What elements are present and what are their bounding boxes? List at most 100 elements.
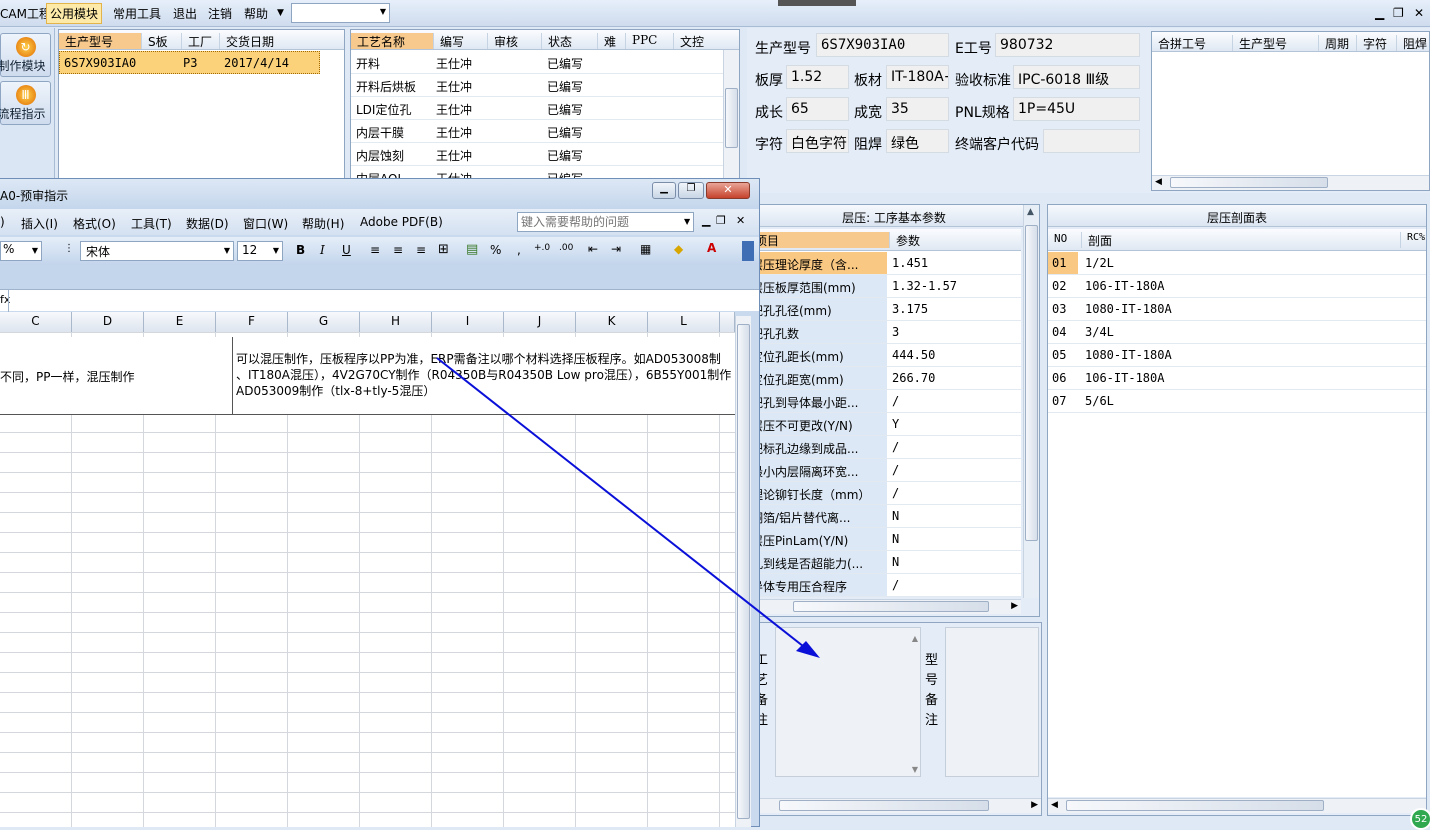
col-status[interactable]: 状态 bbox=[541, 33, 572, 49]
col-factory[interactable]: 工厂 bbox=[181, 33, 212, 49]
table-row[interactable]: 孔到线是否超能力(... N bbox=[749, 551, 1021, 574]
table-row[interactable]: 最小内层隔离环宽... / bbox=[749, 459, 1021, 482]
menu-window[interactable]: 窗口(W) bbox=[243, 215, 288, 232]
module-combo[interactable]: ▼ bbox=[291, 3, 390, 23]
chevron-down-icon[interactable]: ▼ bbox=[684, 217, 690, 226]
col-header-e[interactable]: E bbox=[144, 312, 216, 332]
table-row[interactable]: 05 1080-IT-180A bbox=[1048, 344, 1426, 367]
table-row[interactable]: 内层干膜 王仕冲 已编写 bbox=[351, 120, 739, 143]
fill-color-icon[interactable]: ◆ bbox=[674, 242, 683, 256]
restore-icon[interactable]: ❐ bbox=[716, 214, 726, 227]
italic-icon[interactable]: I bbox=[320, 243, 325, 257]
col-header-l[interactable]: L bbox=[648, 312, 720, 332]
scroll-thumb[interactable] bbox=[1066, 800, 1324, 811]
menu-public-module[interactable]: 公用模块 bbox=[46, 3, 103, 24]
menu-adobe-pdf[interactable]: Adobe PDF(B) bbox=[360, 215, 443, 229]
scroll-thumb[interactable] bbox=[1170, 177, 1328, 188]
lamination-hscroll[interactable]: ▶ bbox=[749, 599, 1021, 614]
scroll-up-icon[interactable]: ▲ bbox=[1027, 207, 1034, 217]
table-row[interactable]: 靶孔孔数 3 bbox=[749, 321, 1021, 344]
table-row[interactable]: 理论铆钉长度（mm） / bbox=[749, 482, 1021, 505]
col-review[interactable]: 审核 bbox=[487, 33, 518, 49]
table-row[interactable]: 靶孔孔径(mm) 3.175 bbox=[749, 298, 1021, 321]
menu-help[interactable]: 帮助 bbox=[244, 5, 268, 22]
standard-field[interactable]: IPC-6018 Ⅲ级 bbox=[1013, 65, 1140, 89]
menu-logout[interactable]: 注销 bbox=[208, 5, 232, 22]
align-right-icon[interactable]: ≡ bbox=[416, 243, 426, 257]
menu-help[interactable]: 帮助(H) bbox=[302, 215, 344, 232]
menu-format[interactable]: 格式(O) bbox=[73, 215, 116, 232]
decrease-decimal-icon[interactable]: .00 bbox=[559, 243, 573, 253]
close-button[interactable]: ✕ bbox=[706, 182, 750, 199]
product-model-field[interactable]: 6S7X903IA0 bbox=[816, 33, 949, 57]
col-header-g[interactable]: G bbox=[288, 312, 360, 332]
table-row[interactable]: 开料后烘板 王仕冲 已编写 bbox=[351, 74, 739, 97]
scroll-right-icon[interactable]: ▶ bbox=[1031, 800, 1038, 810]
table-row[interactable]: 06 106-IT-180A bbox=[1048, 367, 1426, 390]
col-header-k[interactable]: K bbox=[576, 312, 648, 332]
font-color-icon[interactable]: A bbox=[707, 241, 716, 255]
table-row[interactable]: 开料 王仕冲 已编写 bbox=[351, 51, 739, 74]
menu-insert[interactable]: 插入(I) bbox=[21, 215, 58, 232]
col-header-j[interactable]: J bbox=[504, 312, 576, 332]
increase-indent-icon[interactable]: ⇥ bbox=[611, 242, 621, 256]
menu-common-tools[interactable]: 常用工具 bbox=[113, 5, 161, 22]
percent-icon[interactable]: % bbox=[490, 243, 501, 257]
font-size-combo[interactable]: 12 ▼ bbox=[237, 241, 283, 261]
menu-exit[interactable]: 退出 bbox=[173, 5, 197, 22]
chevron-down-icon[interactable]: ▼ bbox=[277, 8, 284, 18]
comma-icon[interactable]: , bbox=[517, 243, 521, 257]
col-difficulty[interactable]: 难 bbox=[597, 33, 616, 49]
underline-icon[interactable]: U bbox=[342, 243, 351, 257]
table-row[interactable]: 靶孔到导体最小距... / bbox=[749, 390, 1021, 413]
toolbar-options-icon[interactable] bbox=[742, 241, 754, 261]
menu-cam[interactable]: CAM工程 bbox=[0, 5, 51, 22]
merged-cell-left[interactable]: 不同，PP一样，混压制作 bbox=[0, 337, 233, 415]
close-icon[interactable]: ✕ bbox=[1414, 6, 1424, 20]
col-delivery[interactable]: 交货日期 bbox=[219, 33, 274, 49]
increase-decimal-icon[interactable]: +.0 bbox=[534, 243, 550, 253]
lamination-vscroll[interactable]: ▲ bbox=[1023, 205, 1039, 598]
material-field[interactable]: IT-180A+ bbox=[886, 65, 949, 89]
char-field[interactable]: 白色字符 bbox=[786, 129, 849, 153]
table-row[interactable]: 04 3/4L bbox=[1048, 321, 1426, 344]
e-no-field[interactable]: 980732 bbox=[995, 33, 1140, 57]
menu-data[interactable]: 数据(D) bbox=[186, 215, 229, 232]
table-row[interactable]: 定位孔距宽(mm) 266.70 bbox=[749, 367, 1021, 390]
scroll-thumb[interactable] bbox=[793, 601, 989, 612]
scroll-thumb[interactable] bbox=[779, 800, 989, 811]
pnl-field[interactable]: 1P=45U bbox=[1013, 97, 1140, 121]
font-combo[interactable]: 宋体 ▼ bbox=[80, 241, 234, 261]
scroll-left-icon[interactable]: ◀ bbox=[1155, 177, 1162, 187]
restore-icon[interactable]: ❐ bbox=[1393, 6, 1404, 20]
sidebar-item-flow[interactable]: Ⅲ 流程指示 bbox=[0, 81, 51, 125]
col-process[interactable]: 工艺名称 bbox=[351, 33, 433, 49]
table-row[interactable]: 铜箔/铝片替代离... N bbox=[749, 505, 1021, 528]
scroll-up-icon[interactable]: ▲ bbox=[912, 634, 918, 643]
help-search-input[interactable] bbox=[517, 212, 694, 232]
stackup-hscroll[interactable]: ◀ bbox=[1048, 798, 1426, 813]
remarks-hscroll[interactable]: ▶ bbox=[749, 798, 1041, 813]
bold-icon[interactable]: B bbox=[296, 243, 305, 257]
table-row[interactable]: 07 5/6L bbox=[1048, 390, 1426, 413]
col-writer[interactable]: 编写 bbox=[433, 33, 464, 49]
minimize-icon[interactable]: ▁ bbox=[1375, 6, 1384, 20]
restore-button[interactable]: ❐ bbox=[678, 182, 704, 199]
scroll-right-icon[interactable]: ▶ bbox=[1011, 601, 1018, 611]
model-remark-text[interactable] bbox=[945, 627, 1039, 777]
customer-field[interactable] bbox=[1043, 129, 1140, 153]
table-row[interactable]: 层压理论厚度（含... 1.451 bbox=[749, 252, 1021, 275]
menu-tools[interactable]: 工具(T) bbox=[131, 215, 172, 232]
col-header-i[interactable]: I bbox=[432, 312, 504, 332]
col-model[interactable]: 生产型号 bbox=[59, 33, 141, 49]
table-row[interactable]: 层压不可更改(Y/N) Y bbox=[749, 413, 1021, 436]
mask-field[interactable]: 绿色 bbox=[886, 129, 949, 153]
scroll-thumb[interactable] bbox=[725, 88, 738, 148]
minimize-icon[interactable]: ▁ bbox=[702, 214, 710, 227]
table-row[interactable]: 导体专用压合程序 / bbox=[749, 574, 1021, 597]
col-header-h[interactable]: H bbox=[360, 312, 432, 332]
col-header-c[interactable]: C bbox=[0, 312, 72, 332]
process-remark-text[interactable]: ▲ ▼ bbox=[775, 627, 921, 777]
decrease-indent-icon[interactable]: ⇤ bbox=[588, 242, 598, 256]
excel-vscroll[interactable] bbox=[735, 316, 751, 827]
